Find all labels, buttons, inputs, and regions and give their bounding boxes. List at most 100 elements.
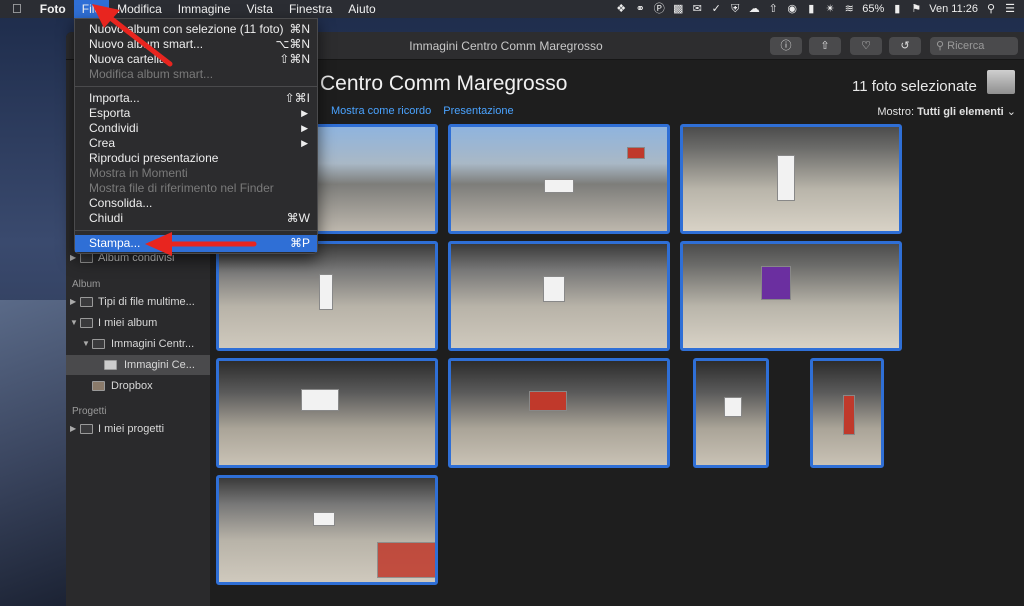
menu-item-new-smart-album[interactable]: Nuovo album smart... ⌥⌘N: [75, 37, 317, 52]
menu-item-import[interactable]: Importa... ⇧⌘I: [75, 91, 317, 106]
menu-item-new-folder[interactable]: Nuova cartella ⇧⌘N: [75, 52, 317, 67]
menu-item-show-in-moments: Mostra in Momenti: [75, 166, 317, 181]
dropbox-album-icon: [92, 381, 105, 391]
menu-item-shortcut: ⇧⌘N: [279, 52, 310, 66]
menu-item-export[interactable]: Esporta ▶: [75, 106, 317, 121]
menu-item-label: Crea: [89, 136, 116, 150]
key-photo-thumbnail[interactable]: [987, 70, 1015, 94]
sidebar-item-label: I miei progetti: [98, 423, 165, 435]
cloud-icon[interactable]: ☁: [748, 3, 760, 15]
sidebar-item-my-albums[interactable]: ▼ I miei album: [66, 313, 210, 333]
battery-icon[interactable]: ▮: [891, 3, 903, 15]
billboard: [319, 274, 333, 310]
battery-percent: 65%: [862, 3, 885, 15]
file-menu-dropdown: Nuovo album con selezione (11 foto) ⌘N Nu…: [74, 18, 318, 254]
menu-item-play-slideshow[interactable]: Riproduci presentazione: [75, 151, 317, 166]
menu-image[interactable]: Immagine: [170, 0, 239, 18]
search-icon: ⚲: [936, 40, 945, 52]
flag-icon[interactable]: ⚑: [910, 3, 922, 15]
favorite-button[interactable]: ♡: [850, 37, 882, 55]
menu-bar:  Foto File Modifica Immagine Vista Fine…: [0, 0, 1024, 18]
menu-edit[interactable]: Modifica: [109, 0, 170, 18]
photo-thumbnail[interactable]: [448, 241, 670, 351]
menu-window[interactable]: Finestra: [281, 0, 340, 18]
menu-item-shortcut: ⌘P: [289, 236, 310, 250]
photo-thumbnail[interactable]: [810, 358, 884, 468]
rotate-button[interactable]: ↺: [889, 37, 921, 55]
show-filter-label: Mostro:: [877, 106, 915, 118]
photo-thumbnail[interactable]: [680, 241, 902, 351]
info-icon: ⓘ: [780, 40, 792, 52]
d-app-icon[interactable]: Ⓟ: [653, 3, 665, 15]
photo-thumbnail[interactable]: [216, 358, 438, 468]
billboard: [313, 512, 335, 526]
sidebar-item-media-types[interactable]: ▶ Tipi di file multime...: [66, 292, 210, 312]
billboard: [544, 179, 574, 193]
photo-thumbnail[interactable]: [693, 358, 769, 468]
slideshow-link[interactable]: Presentazione: [443, 105, 513, 117]
wd-icon[interactable]: ▮: [805, 3, 817, 15]
disclosure-triangle-icon[interactable]: ▶: [70, 292, 76, 312]
photo-thumbnail[interactable]: [216, 475, 438, 585]
info-button[interactable]: ⓘ: [770, 37, 802, 55]
submenu-arrow-icon: ▶: [301, 123, 308, 133]
upload-icon[interactable]: ⇧: [767, 3, 779, 15]
photo-thumbnail[interactable]: [680, 124, 902, 234]
show-filter[interactable]: Mostro: Tutti gli elementi ⌄: [877, 105, 1016, 118]
menu-view[interactable]: Vista: [238, 0, 280, 18]
sidebar-item-folder-immagini[interactable]: ▼ Immagini Centr...: [66, 334, 210, 354]
bluetooth-icon[interactable]: ✴: [824, 3, 836, 15]
sidebar-item-my-projects[interactable]: ▶ I miei progetti: [66, 419, 210, 439]
main-content: Centro Comm Maregrosso 11 foto seleziona…: [210, 60, 1024, 606]
menu-item-label: Nuova cartella: [89, 52, 166, 66]
message-icon[interactable]: ▩: [672, 3, 684, 15]
submenu-arrow-icon: ▶: [301, 138, 308, 148]
menu-item-show-referenced-file: Mostra file di riferimento nel Finder: [75, 181, 317, 196]
menu-item-consolidate[interactable]: Consolida...: [75, 196, 317, 211]
notification-icon[interactable]: ☰: [1004, 3, 1016, 15]
shield-icon[interactable]: ⛨: [729, 3, 741, 15]
wifi-icon[interactable]: ≋: [843, 3, 855, 15]
menu-item-shortcut: ⌘N: [289, 22, 310, 36]
menu-item-close[interactable]: Chiudi ⌘W: [75, 211, 317, 226]
menu-separator: [75, 86, 317, 87]
heart-icon: ♡: [861, 40, 871, 52]
folder-icon: [80, 253, 93, 263]
disclosure-triangle-open-icon[interactable]: ▼: [70, 313, 78, 333]
album-actions: Mostra come ricordo Presentazione: [331, 105, 514, 117]
folder-icon: [80, 424, 93, 434]
menu-item-new-album-selection[interactable]: Nuovo album con selezione (11 foto) ⌘N: [75, 22, 317, 37]
billboard: [761, 266, 791, 300]
photo-thumbnail[interactable]: [448, 358, 670, 468]
rotate-icon: ↺: [900, 40, 910, 52]
photo-thumbnail[interactable]: [216, 241, 438, 351]
apple-menu[interactable]: : [0, 0, 32, 18]
creative-cloud-icon[interactable]: ⚭: [634, 3, 646, 15]
barrier: [377, 542, 435, 578]
check-icon[interactable]: ✓: [710, 3, 722, 15]
disclosure-triangle-icon[interactable]: ▶: [70, 419, 76, 439]
show-as-memory-link[interactable]: Mostra come ricordo: [331, 105, 431, 117]
menu-item-print[interactable]: Stampa... ⌘P: [75, 235, 317, 252]
dropbox-icon[interactable]: ❖: [615, 3, 627, 15]
clock[interactable]: Ven 11:26: [929, 3, 978, 15]
menu-file[interactable]: File: [73, 0, 110, 18]
disclosure-triangle-open-icon[interactable]: ▼: [82, 334, 90, 354]
sign: [627, 147, 645, 159]
globe-icon[interactable]: ◉: [786, 3, 798, 15]
app-menu[interactable]: Foto: [32, 0, 74, 18]
sidebar-item-label: Tipi di file multime...: [98, 296, 195, 308]
spotlight-search-icon[interactable]: ⚲: [985, 3, 997, 15]
menu-item-share[interactable]: Condividi ▶: [75, 121, 317, 136]
menu-item-create[interactable]: Crea ▶: [75, 136, 317, 151]
mail-icon[interactable]: ✉: [691, 3, 703, 15]
sidebar-item-dropbox[interactable]: Dropbox: [66, 376, 210, 396]
chevron-down-icon: ⌄: [1006, 106, 1016, 118]
photo-thumbnail[interactable]: [448, 124, 670, 234]
sidebar-item-album-immagini[interactable]: Immagini Ce...: [66, 355, 210, 375]
share-button[interactable]: ⇧: [809, 37, 841, 55]
search-input[interactable]: [947, 40, 1012, 52]
menu-help[interactable]: Aiuto: [340, 0, 383, 18]
search-field[interactable]: ⚲: [930, 37, 1018, 55]
menu-item-label: Mostra in Momenti: [89, 166, 188, 180]
